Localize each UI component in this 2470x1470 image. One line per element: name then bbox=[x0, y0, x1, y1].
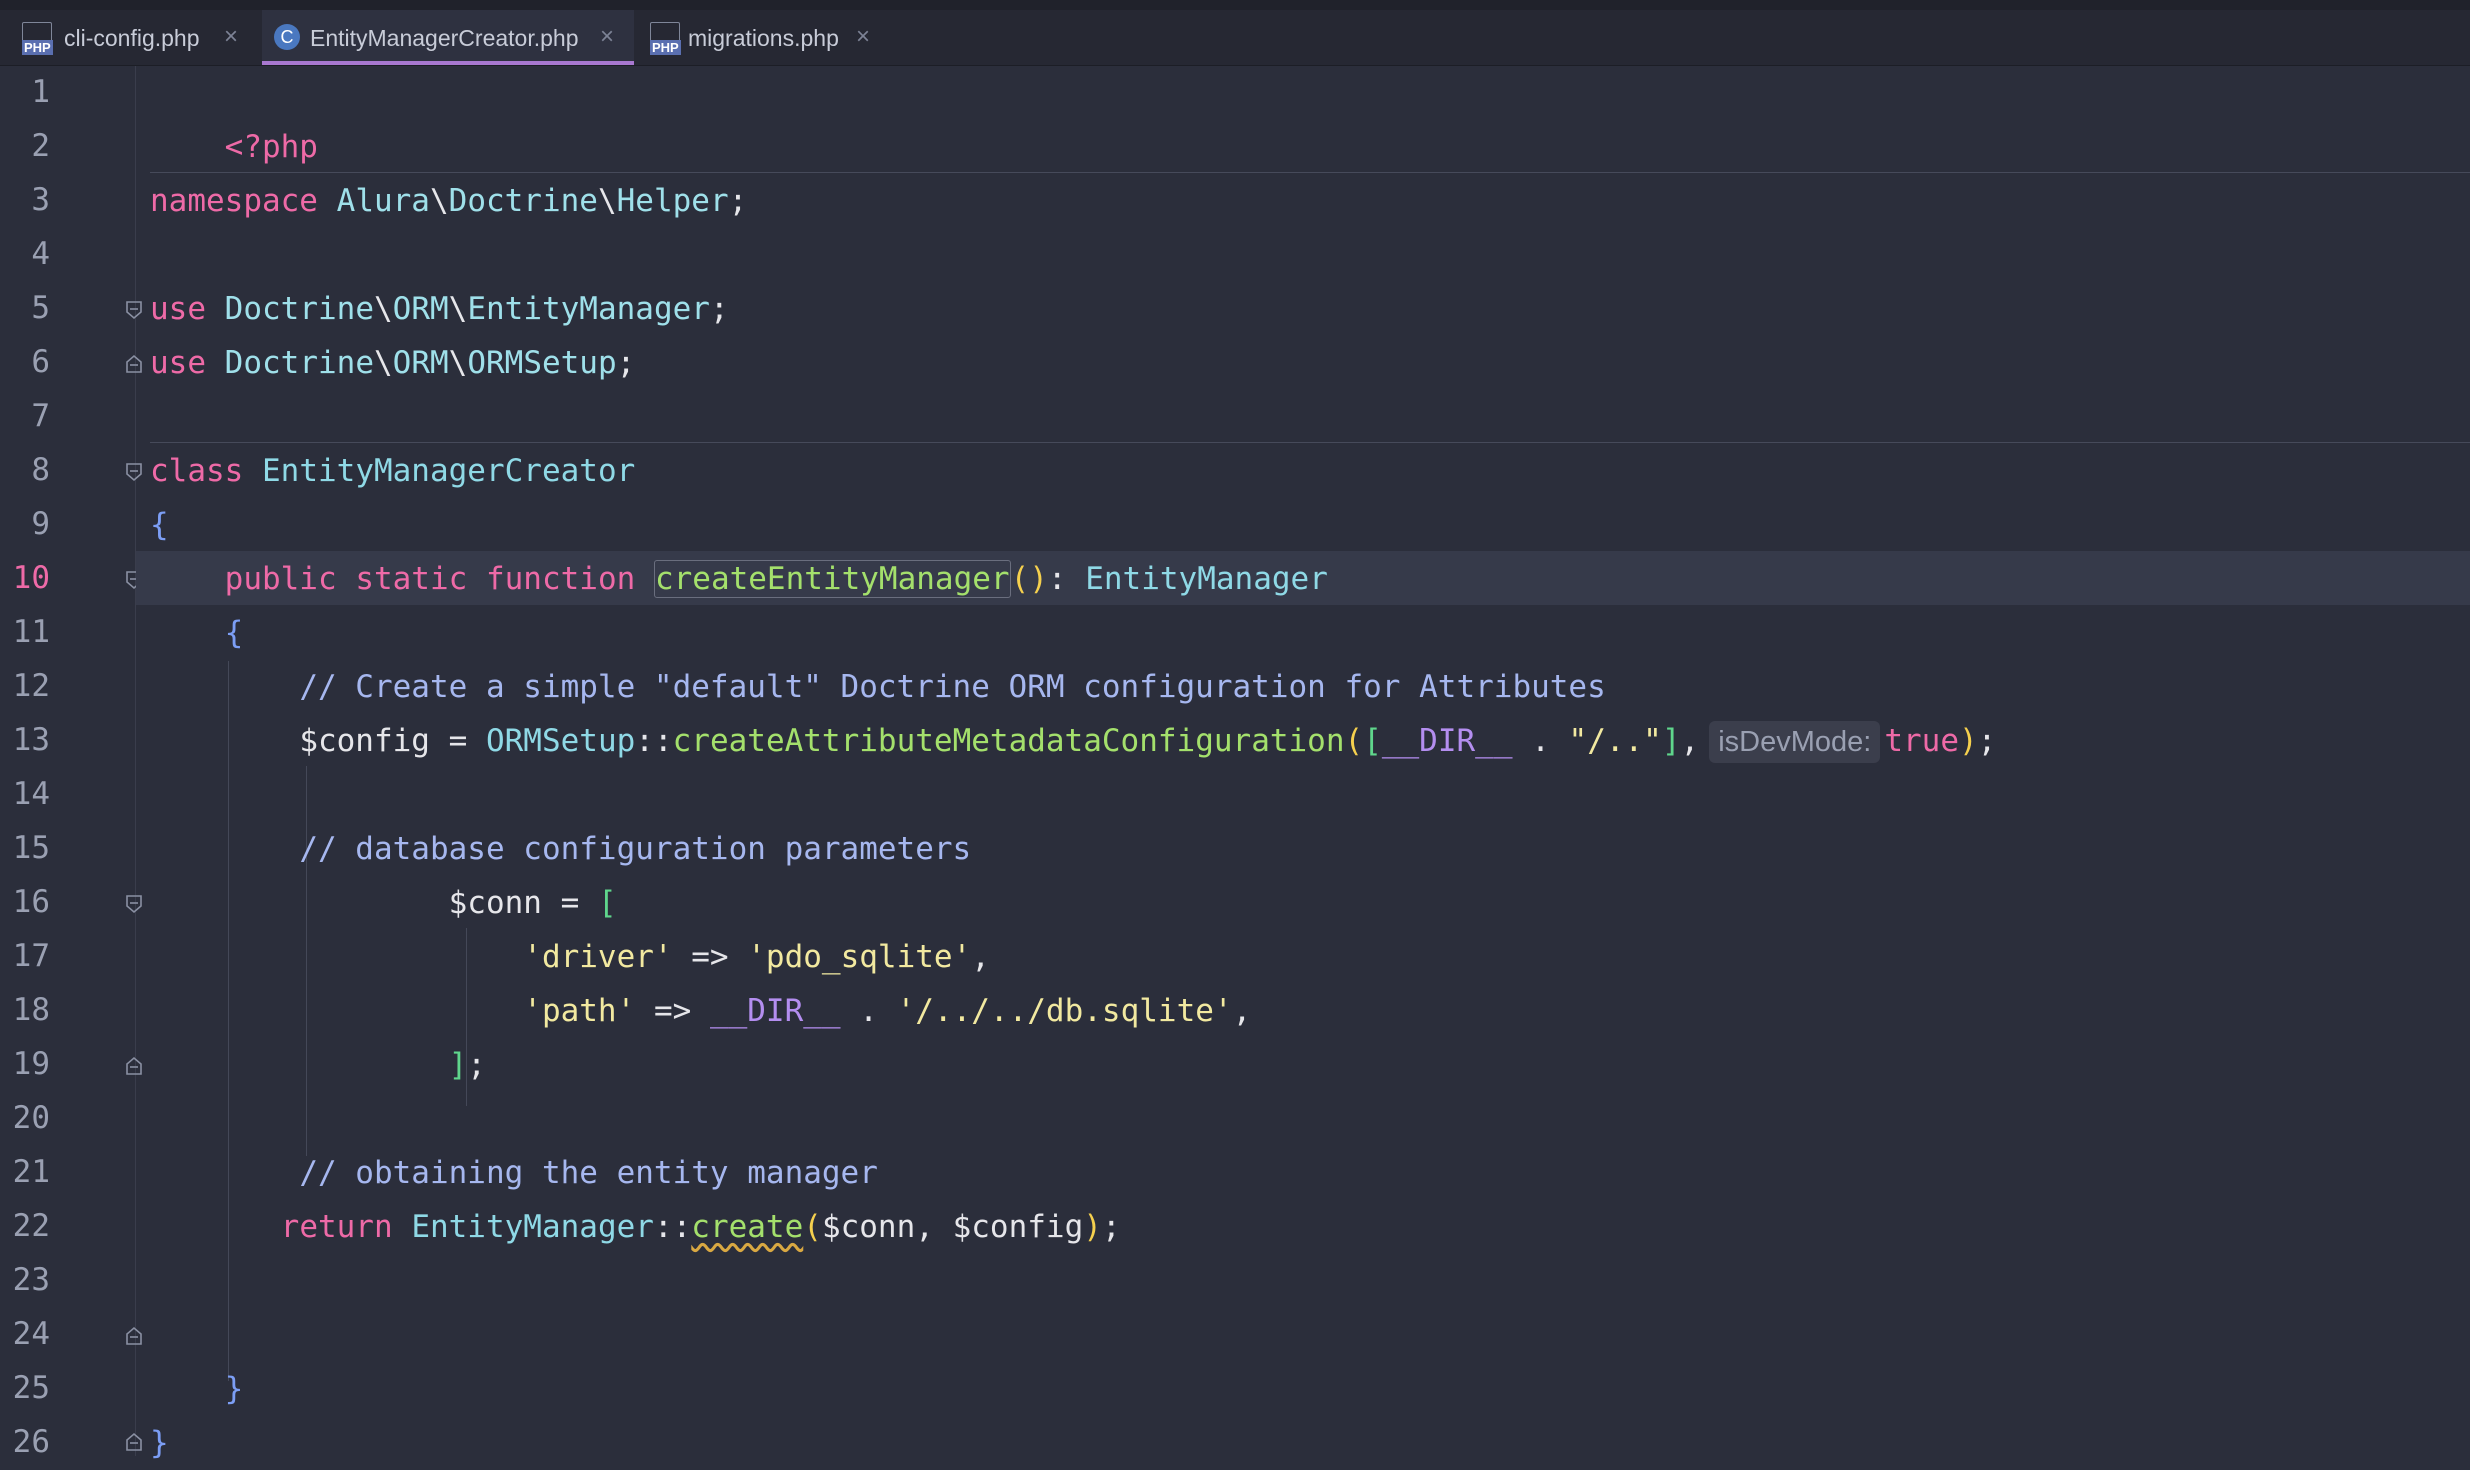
code-line: class EntityManagerCreator bbox=[150, 453, 636, 489]
line-number: 11 bbox=[12, 614, 50, 650]
code-line: ]; bbox=[448, 1047, 486, 1083]
tab-label: migrations.php bbox=[688, 25, 839, 51]
tab-label: cli-config.php bbox=[64, 25, 200, 51]
line-number: 24 bbox=[12, 1316, 50, 1352]
code-line: } bbox=[150, 1425, 169, 1461]
line-number: 22 bbox=[12, 1208, 50, 1244]
line-number: 16 bbox=[12, 884, 50, 920]
code-line: // database configuration parameters bbox=[299, 831, 972, 867]
line-number: 18 bbox=[12, 992, 50, 1028]
php-file-icon: PHP bbox=[22, 22, 53, 55]
code-line: // obtaining the entity manager bbox=[299, 1155, 878, 1191]
code-line: { bbox=[150, 507, 169, 543]
line-number: 1 bbox=[31, 74, 50, 110]
line-number: 15 bbox=[12, 830, 50, 866]
code-line: <?php bbox=[224, 129, 318, 165]
close-icon[interactable]: × bbox=[224, 23, 238, 51]
editor-tab-bar: PHP cli-config.php × C EntityManagerCrea… bbox=[0, 0, 2470, 66]
line-number: 25 bbox=[12, 1370, 50, 1406]
tab-cli-config[interactable]: PHP cli-config.php × bbox=[14, 10, 254, 65]
line-number-gutter[interactable]: 1 2 3 4 5 6 7 8 9 10 11 12 13 14 15 16 1… bbox=[0, 66, 142, 1460]
text-caret: createEntityManager bbox=[653, 560, 1011, 598]
line-number: 17 bbox=[12, 938, 50, 974]
line-number: 21 bbox=[12, 1154, 50, 1190]
code-line: 'driver' => 'pdo_sqlite', bbox=[523, 939, 990, 975]
close-icon[interactable]: × bbox=[856, 23, 870, 51]
window-top-strip bbox=[0, 0, 2470, 10]
line-number: 14 bbox=[12, 776, 50, 812]
line-number: 13 bbox=[12, 722, 50, 758]
line-number: 7 bbox=[31, 398, 50, 434]
section-separator bbox=[150, 442, 2470, 443]
tab-label: EntityManagerCreator.php bbox=[310, 25, 579, 51]
line-number: 8 bbox=[31, 452, 50, 488]
code-line: use Doctrine\ORM\ORMSetup; bbox=[150, 345, 636, 381]
line-number: 5 bbox=[31, 290, 50, 326]
code-line: namespace Alura\Doctrine\Helper; bbox=[150, 183, 748, 219]
line-number: 19 bbox=[12, 1046, 50, 1082]
line-number: 4 bbox=[31, 236, 50, 272]
line-number: 2 bbox=[31, 128, 50, 164]
line-number: 12 bbox=[12, 668, 50, 704]
code-line: $conn = [ bbox=[448, 885, 617, 921]
code-editor[interactable]: <?php namespace Alura\Doctrine\Helper; u… bbox=[136, 66, 2470, 1461]
close-icon[interactable]: × bbox=[600, 23, 614, 51]
line-number: 3 bbox=[31, 182, 50, 218]
line-number: 20 bbox=[12, 1100, 50, 1136]
php-file-icon: PHP bbox=[650, 22, 681, 55]
code-line: use Doctrine\ORM\EntityManager; bbox=[150, 291, 729, 327]
code-line-current: public static function createEntityManag… bbox=[224, 560, 1328, 598]
tab-entity-manager-creator[interactable]: C EntityManagerCreator.php × bbox=[262, 10, 634, 65]
code-line: { bbox=[224, 615, 244, 651]
code-line: 'path' => __DIR__ . '/../../db.sqlite', bbox=[523, 993, 1252, 1029]
tab-migrations[interactable]: PHP migrations.php × bbox=[642, 10, 882, 65]
line-number: 26 bbox=[12, 1424, 50, 1460]
line-number: 23 bbox=[12, 1262, 50, 1298]
code-line: $config = ORMSetup::createAttributeMetad… bbox=[150, 714, 1996, 768]
line-number-current: 10 bbox=[12, 560, 50, 596]
code-line: return EntityManager::create($conn, $con… bbox=[280, 1209, 1121, 1245]
class-file-icon: C bbox=[274, 24, 300, 50]
code-line: // Create a simple "default" Doctrine OR… bbox=[299, 669, 1606, 705]
line-number: 9 bbox=[31, 506, 50, 542]
line-number: 6 bbox=[31, 344, 50, 380]
code-line: } bbox=[224, 1371, 244, 1407]
parameter-hint: isDevMode: bbox=[1709, 721, 1881, 763]
section-separator bbox=[150, 172, 2470, 173]
warning-squiggle: create bbox=[691, 1209, 804, 1245]
